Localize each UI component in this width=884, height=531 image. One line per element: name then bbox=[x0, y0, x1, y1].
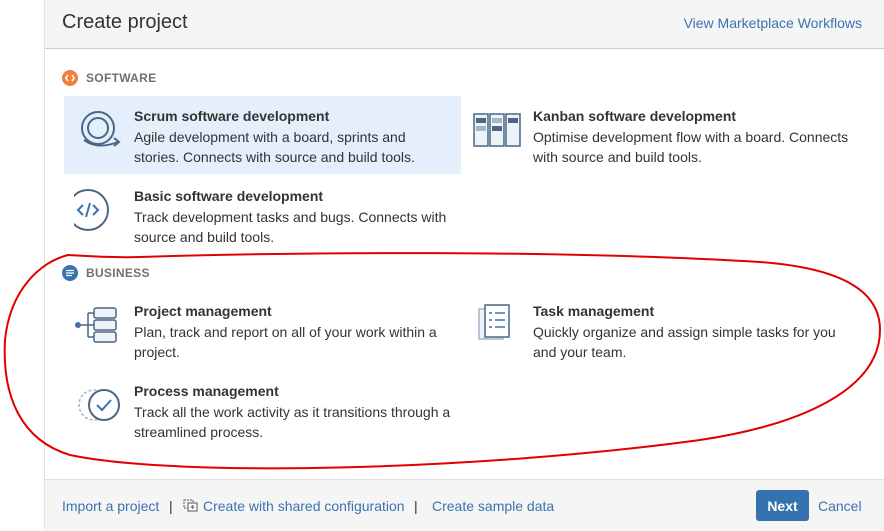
task-management-description: Quickly organize and assign simple tasks… bbox=[533, 324, 836, 360]
page-title: Create project bbox=[62, 11, 188, 33]
cancel-link[interactable]: Cancel bbox=[818, 498, 862, 514]
view-marketplace-workflows-link[interactable]: View Marketplace Workflows bbox=[684, 15, 862, 31]
footer-separator: | bbox=[414, 498, 418, 514]
import-project-link[interactable]: Import a project bbox=[62, 498, 159, 514]
kanban-board-icon bbox=[473, 108, 523, 152]
process-management-description: Track all the work activity as it transi… bbox=[134, 404, 451, 440]
project-type-process-management[interactable]: Process management Track all the work ac… bbox=[64, 371, 461, 449]
create-with-shared-configuration-label: Create with shared configuration bbox=[203, 498, 405, 514]
project-management-title: Project management bbox=[134, 303, 272, 319]
shared-configuration-icon bbox=[183, 499, 198, 512]
process-management-title: Process management bbox=[134, 383, 279, 399]
task-checklist-icon bbox=[473, 303, 523, 347]
project-management-description: Plan, track and report on all of your wo… bbox=[134, 324, 437, 360]
section-label-business: BUSINESS bbox=[86, 266, 150, 280]
kanban-description: Optimise development flow with a board. … bbox=[533, 129, 849, 165]
scrum-title: Scrum software development bbox=[134, 108, 330, 124]
task-management-title: Task management bbox=[533, 303, 655, 319]
project-type-scrum[interactable]: Scrum software development Agile develop… bbox=[64, 96, 461, 174]
kanban-title: Kanban software development bbox=[533, 108, 737, 124]
project-type-project-management[interactable]: Project management Plan, track and repor… bbox=[64, 291, 461, 369]
create-with-shared-configuration-link[interactable]: Create with shared configuration bbox=[183, 498, 405, 514]
project-type-kanban[interactable]: Kanban software development Optimise dev… bbox=[463, 96, 863, 174]
scrum-cycle-icon bbox=[74, 108, 124, 152]
section-label-software: SOFTWARE bbox=[86, 71, 157, 85]
project-type-task-management[interactable]: Task management Quickly organize and ass… bbox=[463, 291, 863, 369]
section-header-business: BUSINESS bbox=[62, 264, 150, 282]
list-icon bbox=[62, 265, 78, 281]
code-brackets-icon bbox=[67, 188, 124, 232]
code-icon bbox=[62, 70, 78, 86]
project-hierarchy-icon bbox=[74, 303, 124, 347]
scrum-description: Agile development with a board, sprints … bbox=[134, 129, 415, 165]
create-project-dialog: Create project View Marketplace Workflow… bbox=[44, 0, 884, 531]
basic-software-title: Basic software development bbox=[134, 188, 324, 204]
basic-software-description: Track development tasks and bugs. Connec… bbox=[134, 209, 447, 245]
footer-separator: | bbox=[169, 498, 173, 514]
dialog-footer: Import a project | Create with shared co… bbox=[45, 479, 884, 531]
create-sample-data-link[interactable]: Create sample data bbox=[432, 498, 554, 514]
next-button[interactable]: Next bbox=[756, 490, 809, 521]
process-check-icon bbox=[74, 383, 124, 427]
project-type-basic-software[interactable]: Basic software development Track develop… bbox=[64, 176, 461, 254]
section-header-software: SOFTWARE bbox=[62, 69, 156, 87]
dialog-header: Create project View Marketplace Workflow… bbox=[45, 0, 884, 49]
